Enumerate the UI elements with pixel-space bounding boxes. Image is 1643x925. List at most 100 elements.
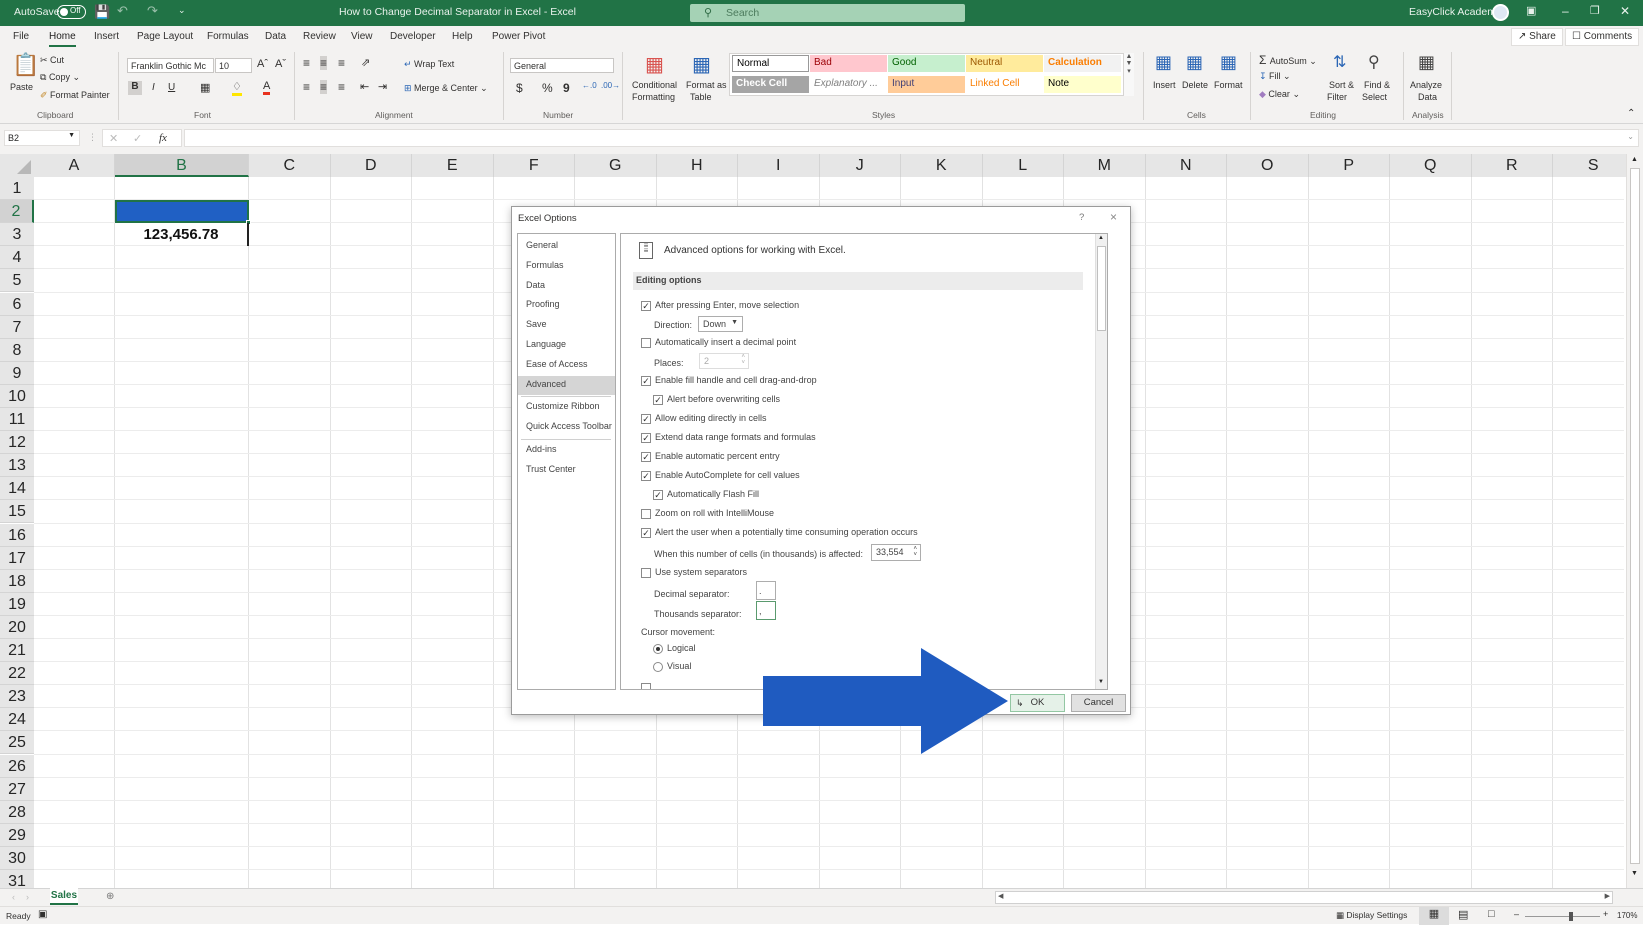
align-right-icon[interactable]: ≡ [338, 80, 345, 94]
copy-button[interactable]: ⧉ Copy ⌄ [40, 72, 80, 83]
radio-visual[interactable] [653, 662, 663, 672]
nav-item-general[interactable]: General [518, 237, 615, 256]
thousands-separator-input[interactable]: , [756, 601, 776, 620]
tab-help[interactable]: Help [452, 31, 473, 42]
font-color-icon[interactable]: A [263, 80, 271, 95]
zoom-in-icon[interactable]: + [1603, 909, 1608, 919]
format-as-table-button[interactable]: ▦ Format as Table [684, 52, 727, 108]
gallery-scroll[interactable]: ▲ ▼ ▾ [1123, 53, 1134, 96]
paste-button[interactable]: 📋 Paste [8, 52, 39, 98]
avatar[interactable] [1492, 4, 1509, 21]
checkbox-extend-formats[interactable]: ✓ [641, 433, 651, 443]
customize-qat-icon[interactable]: ⌄ [178, 5, 186, 16]
tab-review[interactable]: Review [303, 31, 336, 42]
checkbox-auto-decimal[interactable] [641, 338, 651, 348]
nav-item-ease-of-access[interactable]: Ease of Access [518, 356, 615, 375]
cell-style-note[interactable]: Note [1044, 76, 1121, 93]
nav-item-trust-center[interactable]: Trust Center [518, 461, 615, 480]
checkbox-partial[interactable] [641, 683, 651, 689]
redo-icon[interactable]: ↷ [147, 3, 158, 19]
expand-formula-icon[interactable]: ⌄ [1627, 132, 1634, 141]
horizontal-scrollbar[interactable]: ◀ ▶ [995, 891, 1613, 904]
row-header-27[interactable]: 27 [0, 777, 34, 801]
places-stepper[interactable]: 2 ˄ ˅ [699, 353, 749, 369]
clear-button[interactable]: ◆ Clear ⌄ [1259, 89, 1300, 100]
cell-style-bad[interactable]: Bad [810, 55, 887, 72]
row-header-5[interactable]: 5 [0, 269, 34, 293]
search-box[interactable]: ⚲ Search [690, 4, 965, 22]
column-header-r[interactable]: R [1471, 154, 1553, 177]
normal-view-icon[interactable]: ▦ [1419, 907, 1449, 925]
align-bottom-icon[interactable]: ≡ [338, 56, 345, 70]
merge-center-button[interactable]: ⊞ Merge & Center ⌄ [404, 83, 488, 94]
checkbox-flash-fill[interactable]: ✓ [653, 490, 663, 500]
nav-item-language[interactable]: Language [518, 336, 615, 355]
row-header-7[interactable]: 7 [0, 315, 34, 339]
cell-style-check-cell[interactable]: Check Cell [732, 76, 809, 93]
cancel-entry-icon[interactable]: ✕ [109, 132, 118, 145]
row-header-23[interactable]: 23 [0, 685, 34, 709]
tab-page-layout[interactable]: Page Layout [137, 31, 193, 42]
tab-view[interactable]: View [351, 31, 373, 42]
column-header-c[interactable]: C [249, 154, 331, 177]
column-header-k[interactable]: K [901, 154, 983, 177]
increase-font-icon[interactable]: Aˆ [257, 58, 268, 70]
insert-cells-button[interactable]: ▦ Insert [1152, 52, 1180, 106]
align-middle-icon[interactable]: ≡ [320, 56, 328, 70]
column-header-o[interactable]: O [1227, 154, 1309, 177]
checkbox-system-separators[interactable] [641, 568, 651, 578]
fill-button[interactable]: ↧ Fill ⌄ [1259, 71, 1291, 82]
ribbon-display-icon[interactable]: ▣ [1526, 4, 1536, 17]
tab-developer[interactable]: Developer [390, 31, 436, 42]
tab-home[interactable]: Home [49, 31, 76, 47]
row-header-9[interactable]: 9 [0, 361, 34, 385]
account-name[interactable]: EasyClick Academy [1409, 6, 1501, 18]
column-header-n[interactable]: N [1145, 154, 1227, 177]
nav-item-advanced[interactable]: Advanced [518, 375, 615, 395]
bold-button[interactable]: B [128, 81, 142, 95]
column-header-i[interactable]: I [738, 154, 820, 177]
radio-logical[interactable] [653, 644, 663, 654]
options-scrollbar[interactable]: ▲ ▼ [1095, 234, 1107, 689]
checkbox-after-enter[interactable]: ✓ [641, 301, 651, 311]
comma-style-button[interactable]: 9 [563, 81, 570, 95]
next-sheet-icon[interactable]: › [26, 892, 29, 902]
font-name-dropdown[interactable]: Franklin Gothic Mc [127, 58, 214, 73]
undo-icon[interactable]: ↶ [117, 3, 128, 19]
borders-icon[interactable]: ▦ [200, 81, 210, 94]
wrap-text-button[interactable]: ↵ Wrap Text [404, 59, 454, 70]
scroll-down-icon[interactable]: ▼ [1098, 679, 1104, 685]
checkbox-autocomplete[interactable]: ✓ [641, 471, 651, 481]
increase-indent-icon[interactable]: ⇥ [378, 80, 387, 93]
row-header-26[interactable]: 26 [0, 754, 34, 778]
analyze-data-button[interactable]: ▦ Analyze Data [1410, 52, 1446, 106]
cell-style-explanatory[interactable]: Explanatory ... [810, 76, 887, 93]
column-header-g[interactable]: G [575, 154, 657, 177]
decimal-separator-input[interactable]: . [756, 581, 776, 600]
row-header-22[interactable]: 22 [0, 662, 34, 686]
currency-button[interactable]: $ [516, 81, 523, 95]
nav-item-data[interactable]: Data [518, 277, 615, 296]
decrease-decimal-icon[interactable]: .00→ [601, 81, 620, 90]
checkbox-alert-overwrite[interactable]: ✓ [653, 395, 663, 405]
decrease-indent-icon[interactable]: ⇤ [360, 80, 369, 93]
minimize-icon[interactable]: – [1562, 4, 1569, 18]
row-header-21[interactable]: 21 [0, 639, 34, 663]
insert-function-icon[interactable]: fx [159, 132, 167, 144]
row-header-8[interactable]: 8 [0, 338, 34, 362]
cancel-button[interactable]: Cancel [1071, 694, 1126, 712]
row-header-31[interactable]: 31 [0, 870, 34, 888]
tab-formulas[interactable]: Formulas [207, 31, 249, 42]
scroll-down-icon[interactable]: ▼ [1631, 870, 1638, 877]
collapse-ribbon-icon[interactable]: ⌃ [1627, 108, 1635, 119]
cut-button[interactable]: ✂ Cut [40, 55, 64, 66]
checkbox-percent-entry[interactable]: ✓ [641, 452, 651, 462]
scroll-left-icon[interactable]: ◀ [998, 892, 1003, 900]
sort-filter-button[interactable]: ⇅ Sort & Filter [1327, 52, 1359, 106]
align-center-icon[interactable]: ≡ [320, 80, 328, 94]
tab-insert[interactable]: Insert [94, 31, 119, 42]
scroll-up-icon[interactable]: ▲ [1631, 156, 1638, 163]
comments-button[interactable]: ☐ Comments [1565, 28, 1640, 46]
cell-style-normal[interactable]: Normal [732, 55, 809, 72]
column-header-q[interactable]: Q [1390, 154, 1472, 177]
